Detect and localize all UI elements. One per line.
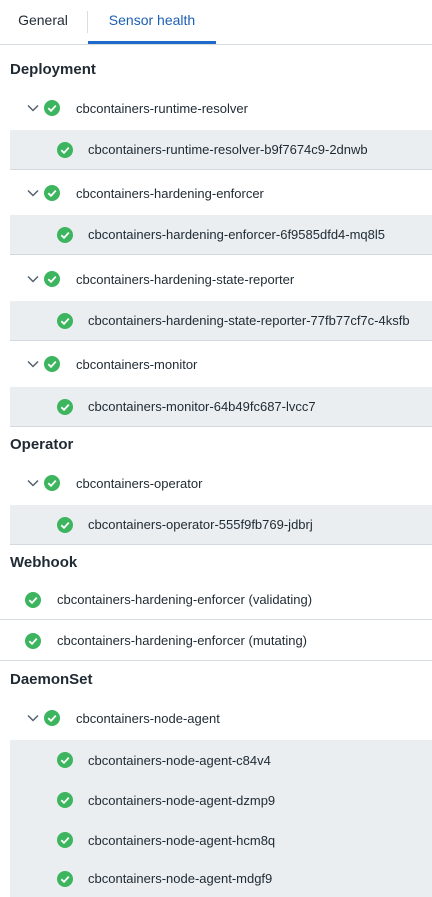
chevron-down-icon[interactable] [26,186,40,200]
tree-row[interactable]: cbcontainers-hardening-state-reporter [0,259,432,299]
list-item-label: cbcontainers-hardening-enforcer (validat… [57,592,313,607]
tree-child-label: cbcontainers-node-agent-hcm8q [88,832,276,848]
tree-row[interactable]: cbcontainers-monitor [0,344,432,384]
check-circle-icon [44,475,60,491]
check-circle-icon [44,710,60,726]
tree-row[interactable]: cbcontainers-hardening-enforcer [0,173,432,213]
check-circle-icon [44,271,60,287]
tree-child-label: cbcontainers-operator-555f9fb769-jdbrj [88,517,313,532]
tree-child-row[interactable]: cbcontainers-node-agent-mdgf9 [10,860,432,897]
tree-child-row[interactable]: cbcontainers-hardening-state-reporter-77… [10,301,432,341]
list-item-label: cbcontainers-hardening-enforcer (mutatin… [57,633,308,648]
section-daemonset-title: DaemonSet [10,671,93,688]
active-tab-indicator [88,41,216,44]
check-circle-icon [44,100,60,116]
list-item[interactable]: cbcontainers-hardening-enforcer (validat… [0,580,432,620]
section-operator-title: Operator [10,436,74,453]
tree-child-label: cbcontainers-node-agent-c84v4 [88,752,271,768]
tree-child-row[interactable]: cbcontainers-node-agent-c84v4 [10,740,432,780]
tree-child-label: cbcontainers-monitor-64b49fc687-lvcc7 [88,399,316,414]
tree-row-label: cbcontainers-operator [76,475,203,491]
tree-child-row[interactable]: cbcontainers-monitor-64b49fc687-lvcc7 [10,387,432,427]
check-circle-icon [25,632,41,649]
tree-row-label: cbcontainers-hardening-enforcer [76,185,264,201]
chevron-down-icon[interactable] [26,476,40,490]
chevron-down-icon[interactable] [26,357,40,371]
chevron-down-icon[interactable] [26,711,40,725]
check-circle-icon [44,185,60,201]
chevron-down-icon[interactable] [26,272,40,286]
check-circle-icon [44,356,60,372]
tree-row[interactable]: cbcontainers-node-agent [0,698,432,738]
check-circle-icon [57,792,73,808]
check-circle-icon [57,516,73,533]
check-circle-icon [57,870,73,887]
tree-child-row[interactable]: cbcontainers-hardening-enforcer-6f9585df… [10,215,432,255]
tree-child-row[interactable]: cbcontainers-runtime-resolver-b9f7674c9-… [10,130,432,170]
tree-child-label: cbcontainers-hardening-state-reporter-77… [88,313,410,328]
tree-child-row[interactable]: cbcontainers-node-agent-dzmp9 [10,780,432,820]
tree-row-label: cbcontainers-monitor [76,356,198,372]
check-circle-icon [57,832,73,848]
check-circle-icon [57,752,73,768]
tree-row-label: cbcontainers-hardening-state-reporter [76,271,295,287]
chevron-down-icon[interactable] [26,101,40,115]
tree-child-label: cbcontainers-node-agent-mdgf9 [88,871,273,886]
tab-bar: General Sensor health [0,0,432,45]
tree-row-label: cbcontainers-node-agent [76,710,220,726]
tree-row[interactable]: cbcontainers-operator [0,463,432,503]
check-circle-icon [57,141,73,158]
tab-sensor-health[interactable]: Sensor health [88,0,216,44]
tab-general[interactable]: General [0,0,86,44]
tree-row[interactable]: cbcontainers-runtime-resolver [0,88,432,128]
tab-sensor-health-label: Sensor health [108,12,196,28]
tree-child-label: cbcontainers-hardening-enforcer-6f9585df… [88,227,386,242]
tree-child-label: cbcontainers-node-agent-dzmp9 [88,792,276,808]
check-circle-icon [57,312,73,329]
tree-row-label: cbcontainers-runtime-resolver [76,100,248,116]
check-circle-icon [57,398,73,415]
check-circle-icon [25,591,41,608]
section-webhook-title: Webhook [10,554,78,571]
section-deployment-title: Deployment [10,61,96,78]
tree-child-row[interactable]: cbcontainers-node-agent-hcm8q [10,820,432,860]
tree-child-label: cbcontainers-runtime-resolver-b9f7674c9-… [88,142,368,157]
list-item[interactable]: cbcontainers-hardening-enforcer (mutatin… [0,621,432,661]
check-circle-icon [57,226,73,243]
tree-child-row[interactable]: cbcontainers-operator-555f9fb769-jdbrj [10,505,432,545]
